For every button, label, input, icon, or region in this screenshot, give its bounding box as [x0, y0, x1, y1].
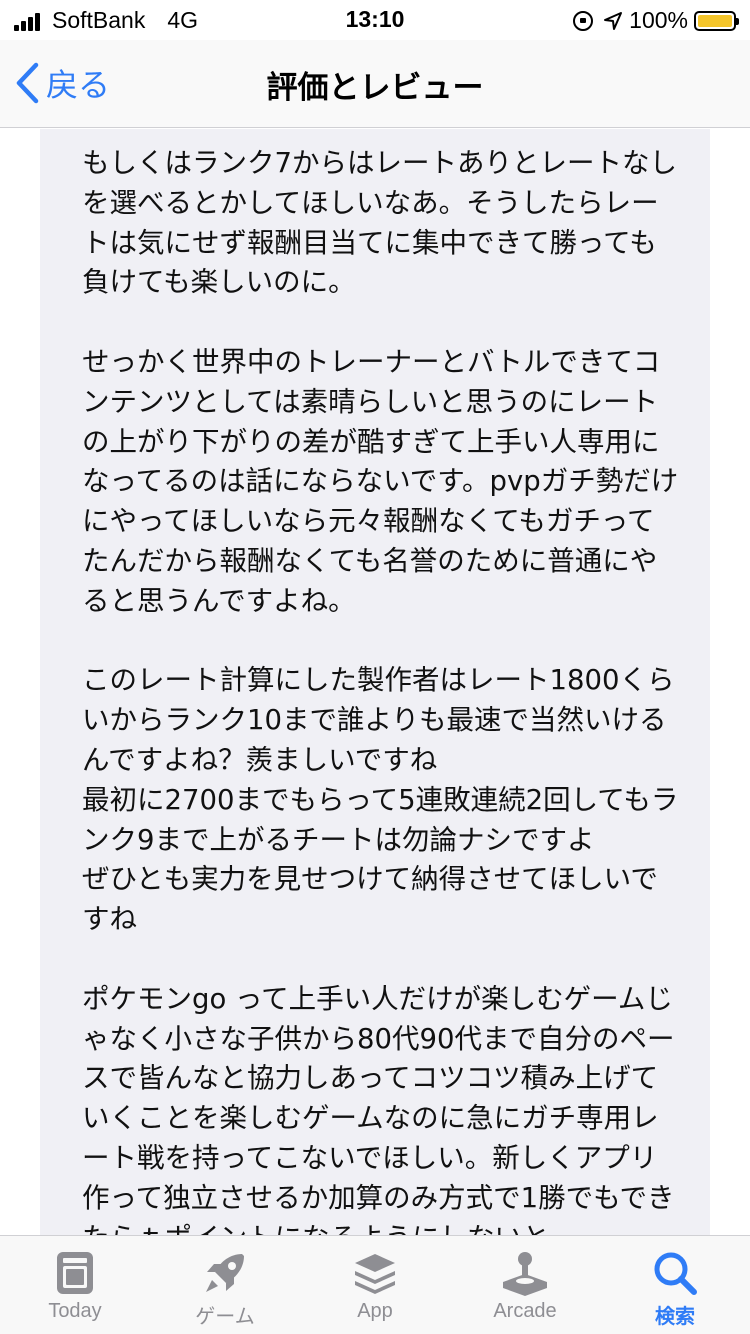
battery-fill — [698, 14, 732, 27]
tab-bar: Today ゲーム App Arcade 検索 — [0, 1235, 750, 1334]
tab-label: App — [357, 1300, 393, 1322]
tab-label: Today — [48, 1300, 102, 1322]
today-icon — [55, 1250, 95, 1300]
review-paragraph: せっかく世界中のトレーナーとバトルできてコンテンツとしては素晴らしいと思うのにレ… — [82, 345, 679, 617]
page-title: 評価とレビュー — [266, 70, 484, 106]
rocket-icon — [202, 1250, 248, 1300]
tab-apps[interactable]: App — [300, 1236, 450, 1334]
tab-label: 検索 — [655, 1306, 695, 1328]
tab-today[interactable]: Today — [0, 1236, 150, 1334]
navigation-bar: 戻る 評価とレビュー — [0, 40, 750, 128]
battery-icon — [694, 10, 739, 31]
search-icon — [652, 1250, 698, 1300]
tab-games[interactable]: ゲーム — [150, 1236, 300, 1334]
status-bar: SoftBank 4G 13:10 100% — [0, 0, 750, 40]
app-store-screen: SoftBank 4G 13:10 100% 戻る 評価とレビュー もしくはラン… — [0, 0, 750, 1334]
tab-label: Arcade — [493, 1300, 557, 1322]
location-arrow-icon — [603, 11, 623, 31]
status-right: 100% — [573, 7, 739, 34]
review-paragraph: このレート計算にした製作者はレート1800くらいからランク10まで誰よりも最速で… — [82, 664, 679, 936]
tab-label: ゲーム — [195, 1306, 255, 1328]
orientation-lock-icon — [573, 10, 594, 31]
review-paragraph: ポケモンgo って上手い人だけが楽しむゲームじゃなく小さな子供から80代90代ま… — [82, 982, 675, 1254]
review-body: もしくはランク7からはレートありとレートなしを選べるとかしてほしいなあ。そうした… — [82, 144, 682, 1298]
review-paragraph: もしくはランク7からはレートありとレートなしを選べるとかしてほしいなあ。そうした… — [82, 147, 677, 299]
tab-arcade[interactable]: Arcade — [450, 1236, 600, 1334]
battery-percent: 100% — [629, 7, 688, 33]
layers-icon — [352, 1250, 398, 1300]
tab-search[interactable]: 検索 — [600, 1236, 750, 1334]
joystick-icon — [500, 1250, 550, 1300]
